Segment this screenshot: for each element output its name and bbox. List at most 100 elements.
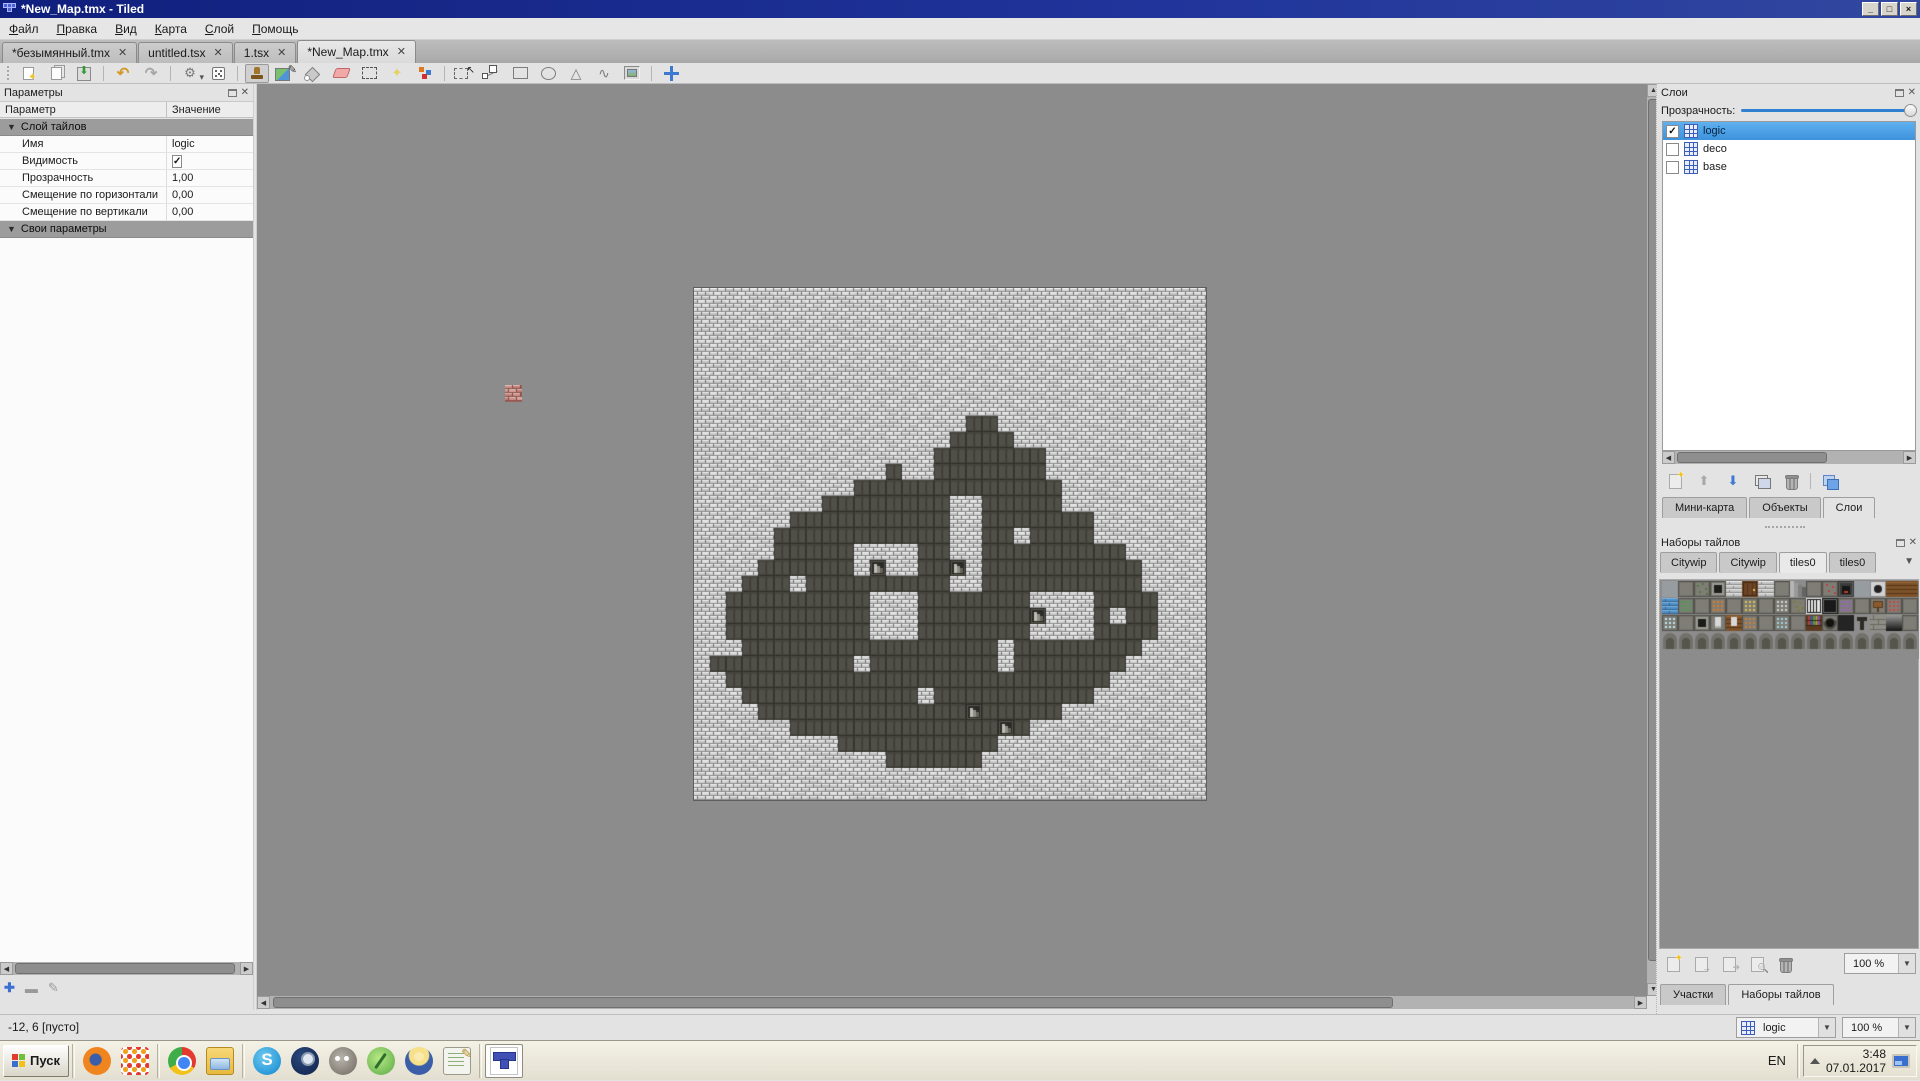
stamp-variations-icon[interactable]: ⚙ bbox=[178, 64, 202, 83]
delete-tileset-button[interactable] bbox=[1775, 955, 1795, 973]
tab-мини-карта[interactable]: Мини-карта bbox=[1662, 497, 1747, 518]
taskbar-app-vault-boy[interactable] bbox=[400, 1044, 438, 1078]
menu-помощь[interactable]: Помощь bbox=[243, 19, 307, 39]
map-canvas-area[interactable] bbox=[257, 84, 1647, 996]
menu-правка[interactable]: Правка bbox=[48, 19, 107, 39]
pan-arrows-icon[interactable] bbox=[659, 64, 683, 83]
tab-close-icon[interactable]: ✕ bbox=[277, 48, 286, 58]
float-panel-icon[interactable] bbox=[228, 89, 237, 97]
random-dice-icon[interactable] bbox=[206, 64, 230, 83]
tab-наборы-тайлов[interactable]: Наборы тайлов bbox=[1728, 984, 1833, 1005]
zoom-combo[interactable]: 100 % ▼ bbox=[1842, 1017, 1916, 1038]
taskbar-app-firefox[interactable] bbox=[78, 1044, 116, 1078]
menu-слой[interactable]: Слой bbox=[196, 19, 243, 39]
scroll-thumb[interactable] bbox=[273, 997, 1393, 1008]
insert-polyline-icon[interactable]: ∿ bbox=[592, 64, 616, 83]
layer-row[interactable]: base bbox=[1663, 158, 1915, 176]
scroll-right-icon[interactable]: ▶ bbox=[1634, 996, 1647, 1009]
edit-property-button[interactable]: ✎ bbox=[48, 980, 59, 996]
language-indicator[interactable]: EN bbox=[1768, 1053, 1786, 1068]
scroll-left-icon[interactable]: ◀ bbox=[0, 962, 13, 975]
magic-wand-icon[interactable]: ✦ bbox=[385, 64, 409, 83]
scroll-thumb[interactable] bbox=[15, 963, 235, 974]
save-file-icon[interactable] bbox=[72, 64, 96, 83]
property-value[interactable]: 1,00 bbox=[167, 170, 253, 186]
scroll-right-icon[interactable]: ▶ bbox=[240, 962, 253, 975]
select-same-tile-icon[interactable] bbox=[413, 64, 437, 83]
stamp-brush-icon[interactable] bbox=[245, 64, 269, 83]
undo-icon[interactable]: ↶ bbox=[111, 64, 135, 83]
insert-tile-icon[interactable] bbox=[620, 64, 644, 83]
close-panel-icon[interactable]: ✕ bbox=[1909, 539, 1917, 547]
layer-row[interactable]: ✓logic bbox=[1663, 122, 1915, 140]
delete-layer-button[interactable] bbox=[1781, 472, 1801, 490]
close-panel-icon[interactable]: ✕ bbox=[241, 89, 249, 97]
redo-icon[interactable]: ↷ bbox=[139, 64, 163, 83]
export-tileset-button[interactable] bbox=[1719, 955, 1739, 973]
property-value[interactable]: 0,00 bbox=[167, 187, 253, 203]
visibility-checkbox[interactable]: ✓ bbox=[172, 155, 182, 168]
menu-вид[interactable]: Вид bbox=[106, 19, 146, 39]
layer-visibility-checkbox[interactable] bbox=[1666, 161, 1679, 174]
chevron-down-icon[interactable]: ▼ bbox=[1818, 1018, 1835, 1037]
tileset-tab-citywip[interactable]: Citywip bbox=[1660, 552, 1717, 573]
import-tileset-button[interactable] bbox=[1691, 955, 1711, 973]
chevron-down-icon[interactable]: ▼ bbox=[1898, 1018, 1915, 1037]
close-button[interactable]: × bbox=[1900, 2, 1917, 16]
open-file-icon[interactable] bbox=[44, 64, 68, 83]
property-value[interactable]: 0,00 bbox=[167, 204, 253, 220]
layer-row[interactable]: deco bbox=[1663, 140, 1915, 158]
taskbar-app-android-studio[interactable] bbox=[362, 1044, 400, 1078]
tileset-tab-tiles0[interactable]: tiles0 bbox=[1779, 552, 1827, 573]
properties-hscrollbar[interactable]: ◀ ▶ bbox=[0, 962, 253, 975]
tab-close-icon[interactable]: ✕ bbox=[118, 48, 127, 58]
tab-участки[interactable]: Участки bbox=[1660, 984, 1726, 1005]
show-hidden-icons-icon[interactable] bbox=[1810, 1058, 1820, 1064]
document-tab[interactable]: *безымянный.tmx✕ bbox=[2, 42, 137, 63]
scroll-right-icon[interactable]: ▶ bbox=[1903, 451, 1916, 464]
edit-polygons-icon[interactable] bbox=[480, 64, 504, 83]
layer-visibility-checkbox[interactable] bbox=[1666, 143, 1679, 156]
taskbar-app-tiled[interactable] bbox=[485, 1044, 523, 1078]
taskbar-app-file-explorer[interactable] bbox=[201, 1044, 239, 1078]
current-layer-combo[interactable]: logic ▼ bbox=[1736, 1017, 1836, 1038]
float-panel-icon[interactable] bbox=[1895, 89, 1904, 97]
opacity-slider-handle[interactable] bbox=[1904, 104, 1917, 117]
property-value[interactable]: logic bbox=[167, 136, 253, 152]
taskbar-app-skype[interactable] bbox=[248, 1044, 286, 1078]
taskbar-app-app-grid[interactable] bbox=[116, 1044, 154, 1078]
layer-visibility-checkbox[interactable]: ✓ bbox=[1666, 125, 1679, 138]
chevron-down-icon[interactable]: ▼ bbox=[1898, 954, 1915, 973]
document-tab[interactable]: untitled.tsx✕ bbox=[138, 42, 233, 63]
clock[interactable]: 3:48 07.01.2017 bbox=[1826, 1047, 1886, 1075]
taskbar-app-gimp[interactable] bbox=[324, 1044, 362, 1078]
property-group-row[interactable]: ▼Свои параметры bbox=[0, 221, 253, 238]
tileset-tab-citywip[interactable]: Citywip bbox=[1719, 552, 1776, 573]
tileset-tabs-overflow-icon[interactable]: ▼ bbox=[1904, 556, 1914, 567]
collapse-triangle-icon[interactable]: ▼ bbox=[7, 122, 16, 132]
tileset-palette[interactable] bbox=[1661, 581, 1919, 659]
tileset-tab-tiles0[interactable]: tiles0 bbox=[1829, 552, 1877, 573]
opacity-slider[interactable] bbox=[1741, 104, 1917, 117]
dock-splitter[interactable] bbox=[1765, 526, 1805, 528]
layers-hscrollbar[interactable]: ◀ ▶ bbox=[1662, 451, 1916, 464]
new-tileset-button[interactable] bbox=[1663, 955, 1683, 973]
new-layer-button[interactable] bbox=[1665, 472, 1685, 490]
document-tab[interactable]: 1.tsx✕ bbox=[234, 42, 297, 63]
tileset-zoom-combo[interactable]: 100 % ▼ bbox=[1844, 953, 1916, 974]
start-button[interactable]: Пуск bbox=[3, 1045, 69, 1077]
close-panel-icon[interactable]: ✕ bbox=[1908, 89, 1916, 97]
toggle-other-layers-button[interactable] bbox=[1820, 472, 1840, 490]
tile-map[interactable] bbox=[693, 287, 1207, 801]
property-group-row[interactable]: ▼Слой тайлов bbox=[0, 119, 253, 136]
collapse-triangle-icon[interactable]: ▼ bbox=[7, 224, 16, 234]
document-tab[interactable]: *New_Map.tmx✕ bbox=[297, 40, 416, 63]
minimize-button[interactable]: _ bbox=[1862, 2, 1879, 16]
insert-rectangle-icon[interactable] bbox=[508, 64, 532, 83]
tab-close-icon[interactable]: ✕ bbox=[214, 48, 223, 58]
scroll-thumb[interactable] bbox=[1677, 452, 1827, 463]
tileset-view[interactable] bbox=[1659, 579, 1919, 949]
add-property-button[interactable]: ✚ bbox=[4, 980, 15, 996]
float-panel-icon[interactable] bbox=[1896, 539, 1905, 547]
taskbar-app-notepad-plus-plus[interactable] bbox=[438, 1044, 476, 1078]
